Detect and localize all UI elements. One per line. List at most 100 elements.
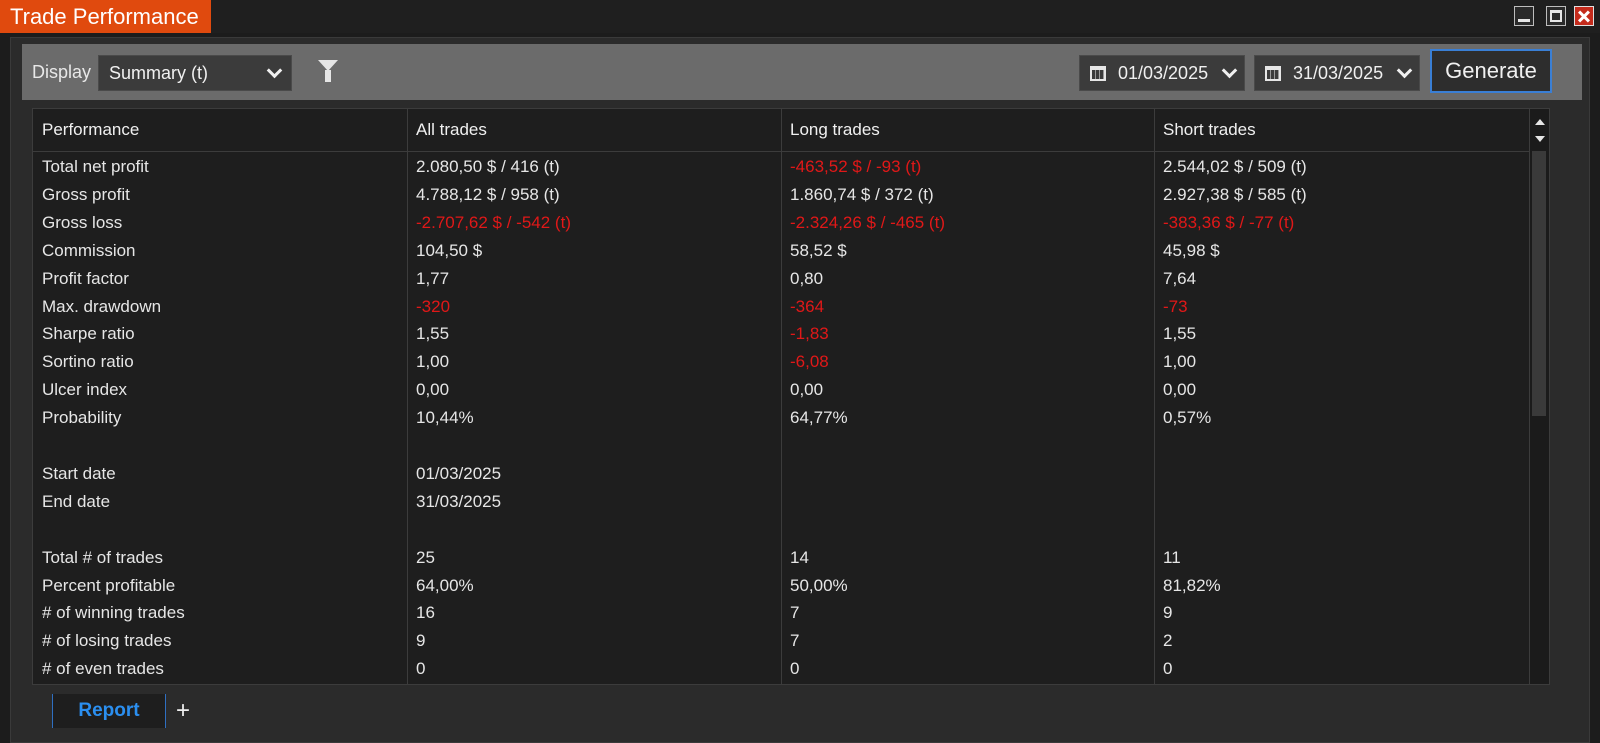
metric-label: Total # of trades [42, 547, 163, 567]
metric-label: # of even trades [42, 659, 164, 679]
metric-value: 50,00% [790, 575, 848, 595]
metric-value: 2.927,38 $ / 585 (t) [1163, 184, 1307, 204]
metric-value: 7 [790, 631, 800, 651]
metric-value: 11 [1163, 547, 1181, 567]
metric-label: Sharpe ratio [42, 324, 135, 344]
filter-icon[interactable] [318, 60, 338, 82]
metric-value: 10,44% [416, 408, 474, 428]
metric-value: 4.788,12 $ / 958 (t) [416, 184, 560, 204]
metric-value: 2 [1163, 631, 1173, 651]
table-row: # of even trades 0 0 0 [33, 655, 1529, 683]
metric-value: 14 [790, 547, 809, 567]
metric-value [781, 460, 1154, 488]
table-row: Ulcer index 0,00 0,00 0,00 [33, 376, 1529, 404]
metric-label [33, 516, 407, 544]
metric-value: -73 [1163, 296, 1188, 316]
chevron-down-icon [1221, 62, 1238, 79]
metric-value [1154, 488, 1529, 516]
metric-value: 0 [1163, 659, 1173, 679]
end-date-picker[interactable]: 31/03/2025 [1254, 55, 1420, 91]
column-header[interactable]: Performance [33, 109, 407, 151]
metric-value: -364 [790, 296, 825, 316]
toolbar: Display Summary (t) 01/03/2025 31/03/202… [22, 44, 1582, 100]
display-value: Summary (t) [109, 63, 208, 83]
table-row: Sortino ratio 1,00 -6,08 1,00 [33, 348, 1529, 376]
table-row: End date 31/03/2025 [33, 488, 1529, 516]
metric-value: 0,00 [1163, 380, 1197, 400]
metric-value: -6,08 [790, 352, 829, 372]
metric-label: Sortino ratio [42, 352, 134, 372]
window-title: Trade Performance [0, 0, 211, 33]
scroll-down-icon[interactable] [1535, 136, 1545, 142]
chevron-down-icon [266, 62, 283, 79]
metric-value: 7,64 [1163, 268, 1197, 288]
generate-button[interactable]: Generate [1430, 49, 1552, 93]
metric-label: Profit factor [42, 268, 129, 288]
scroll-up-icon[interactable] [1535, 119, 1545, 125]
metric-value [1154, 516, 1529, 544]
metric-label: # of losing trades [42, 631, 172, 651]
table-row [33, 432, 1529, 460]
metric-label: Total net profit [42, 157, 149, 176]
table-row: # of losing trades 9 7 2 [33, 627, 1529, 655]
metric-label: End date [42, 491, 111, 511]
metric-value [1154, 432, 1529, 460]
metric-value: 0 [416, 659, 426, 679]
tab-report[interactable]: Report [52, 694, 166, 728]
add-tab-button[interactable]: + [168, 694, 198, 728]
table-row: # of winning trades 16 7 9 [33, 599, 1529, 627]
metric-value: 25 [416, 547, 435, 567]
start-date-value: 01/03/2025 [1118, 63, 1209, 83]
calendar-icon [1090, 66, 1106, 81]
minimize-icon[interactable] [1514, 6, 1534, 26]
metric-value: 81,82% [1163, 575, 1221, 595]
metric-label: Gross loss [42, 212, 123, 232]
display-dropdown[interactable]: Summary (t) [98, 55, 292, 91]
metric-label: # of winning trades [42, 603, 185, 623]
metric-value: 1,00 [416, 352, 450, 372]
metric-label: Gross profit [42, 184, 130, 204]
column-header[interactable]: Long trades [781, 109, 1154, 151]
scrollbar-thumb[interactable] [1532, 151, 1546, 416]
metric-value: 9 [1163, 603, 1173, 623]
table-row: Total # of trades 25 14 11 [33, 544, 1529, 572]
metric-value: -383,36 $ / -77 (t) [1163, 212, 1295, 232]
calendar-icon [1265, 66, 1281, 81]
table-row: Gross loss -2.707,62 $ / -542 (t) -2.324,2… [33, 209, 1529, 237]
table-row [33, 516, 1529, 544]
metric-value: 1,55 [1163, 324, 1197, 344]
metric-value: 16 [416, 603, 435, 623]
metric-value: 9 [416, 631, 426, 651]
start-date-picker[interactable]: 01/03/2025 [1079, 55, 1245, 91]
metric-value: 45,98 $ [1163, 240, 1220, 260]
metric-value: -2.324,26 $ / -465 (t) [790, 212, 945, 232]
metric-value: 2.544,02 $ / 509 (t) [1163, 157, 1307, 176]
metric-value: -463,52 $ / -93 (t) [790, 157, 922, 176]
metric-value: -1,83 [790, 324, 829, 344]
metric-value [1154, 460, 1529, 488]
metric-value [407, 432, 781, 460]
chevron-down-icon [1396, 62, 1413, 79]
metric-value [781, 432, 1154, 460]
metric-label: Probability [42, 408, 122, 428]
column-header[interactable]: Short trades [1154, 109, 1529, 151]
maximize-icon[interactable] [1546, 6, 1566, 26]
metric-value [781, 488, 1154, 516]
metric-value: 1,77 [416, 268, 450, 288]
metric-value: 2.080,50 $ / 416 (t) [416, 157, 560, 176]
metric-label [33, 432, 407, 460]
metric-value: 0,57% [1163, 408, 1212, 428]
metric-label: Ulcer index [42, 380, 128, 400]
metric-value: 58,52 $ [790, 240, 847, 260]
table-row: Max. drawdown -320 -364 -73 [33, 293, 1529, 321]
vertical-scrollbar[interactable] [1529, 109, 1549, 684]
metric-value: -2.707,62 $ / -542 (t) [416, 212, 571, 232]
metric-value: 64,00% [416, 575, 474, 595]
close-icon[interactable] [1574, 6, 1594, 26]
metric-value: 0 [790, 659, 800, 679]
metric-value: 1,55 [416, 324, 450, 344]
metric-label: Max. drawdown [42, 296, 162, 316]
end-date-value: 31/03/2025 [1293, 63, 1384, 83]
column-header[interactable]: All trades [407, 109, 781, 151]
table-row: Gross profit 4.788,12 $ / 958 (t) 1.860,74… [33, 181, 1529, 209]
